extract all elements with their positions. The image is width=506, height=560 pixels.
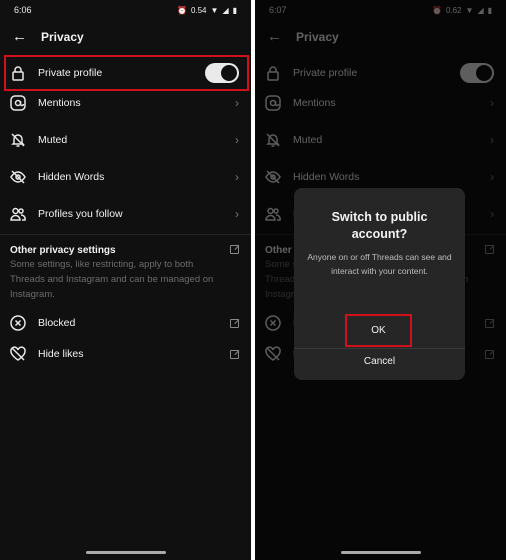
x-circle-icon — [10, 315, 26, 331]
battery-icon: ▮ — [232, 5, 237, 15]
clock: 6:06 — [14, 5, 32, 15]
people-icon — [10, 206, 26, 222]
ok-label: OK — [371, 325, 386, 336]
dialog-message: Anyone on or off Threads can see and int… — [307, 252, 452, 276]
chevron-right-icon: › — [235, 170, 239, 184]
alarm-icon: ⏰ — [176, 5, 187, 15]
chevron-right-icon: › — [235, 96, 239, 110]
highlight-box — [4, 55, 249, 91]
setting-hidden-words[interactable]: Hidden Words› — [0, 162, 251, 192]
signal-icon: ◢ — [222, 5, 229, 15]
back-arrow-icon[interactable]: ← — [12, 28, 27, 45]
privacy-screen-with-dialog: 6:07⏰0.62▼◢▮←PrivacyPrivate profileMenti… — [255, 0, 506, 560]
divider — [0, 234, 251, 235]
status-bar: 6:06 ⏰ 0.54 ▼ ◢ ▮ — [14, 3, 237, 17]
chevron-right-icon: › — [235, 133, 239, 147]
page-title: Privacy — [41, 29, 84, 44]
external-link-icon — [230, 318, 239, 328]
setting-hide-likes[interactable]: Hide likes — [0, 339, 251, 369]
external-link-icon — [230, 245, 239, 254]
ok-button[interactable]: OK — [345, 314, 412, 347]
switch-account-dialog: Switch to public account? Anyone on or o… — [294, 188, 465, 380]
other-privacy-settings[interactable]: Other privacy settings Some settings, lik… — [10, 245, 239, 302]
cancel-button[interactable]: Cancel — [294, 356, 465, 367]
privacy-screen: 6:06 ⏰ 0.54 ▼ ◢ ▮ ← Privacy Private profile Menti… — [0, 0, 251, 560]
status-icons: ⏰ 0.54 ▼ ◢ ▮ — [177, 6, 237, 15]
section-title: Other privacy settings — [10, 245, 116, 256]
heart-off-icon — [10, 346, 26, 362]
setting-blocked[interactable]: Blocked — [0, 308, 251, 338]
at-icon — [10, 95, 26, 111]
bell-off-icon — [10, 132, 26, 148]
section-description: Some settings, like restricting, apply t… — [10, 259, 214, 300]
chevron-right-icon: › — [235, 207, 239, 221]
header: ← Privacy — [12, 28, 84, 45]
home-indicator[interactable] — [341, 551, 421, 554]
wifi-icon: ▼ — [210, 5, 219, 15]
home-indicator[interactable] — [86, 551, 166, 554]
eye-off-icon — [10, 169, 26, 185]
divider — [294, 348, 465, 349]
setting-mentions[interactable]: Mentions› — [0, 88, 251, 118]
external-link-icon — [230, 349, 239, 359]
setting-profiles-you-follow[interactable]: Profiles you follow› — [0, 199, 251, 229]
dialog-title: Switch to public account? — [331, 210, 428, 241]
net-speed: 0.54 — [190, 5, 207, 15]
setting-muted[interactable]: Muted› — [0, 125, 251, 155]
